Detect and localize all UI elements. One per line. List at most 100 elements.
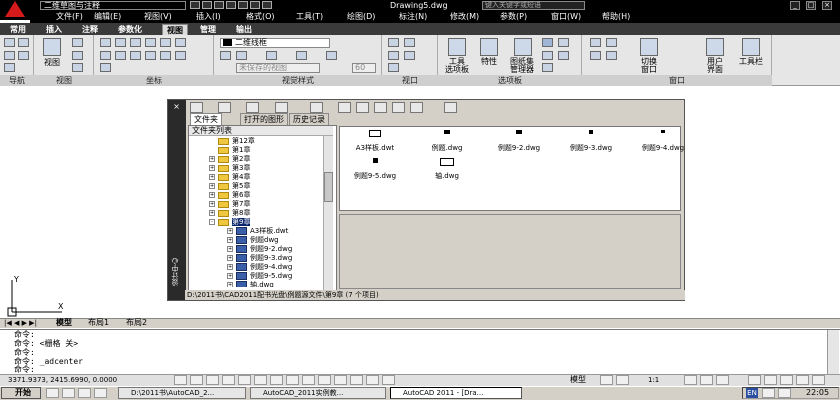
close-all-icon[interactable]	[590, 38, 601, 47]
3dosnap-icon[interactable]	[270, 375, 283, 385]
ucs-3point-icon[interactable]	[160, 38, 171, 47]
save-icon[interactable]	[214, 1, 224, 9]
tab-manage[interactable]: 管理	[196, 24, 220, 35]
tab-annotate[interactable]: 注释	[78, 24, 102, 35]
forward-icon[interactable]	[246, 102, 259, 113]
preview-toggle-icon[interactable]	[392, 102, 405, 113]
light-icon[interactable]	[296, 51, 307, 60]
tab-folders[interactable]: 文件夹	[190, 113, 222, 125]
taskbar-item-autocad[interactable]: AutoCAD 2011 - [Dra...	[390, 387, 522, 399]
toolbars-label[interactable]: 工具栏	[734, 57, 768, 66]
tree-file-item[interactable]: + 例题9-4.dwg	[209, 263, 323, 272]
ucs-icon[interactable]	[100, 38, 111, 47]
tab-parametric[interactable]: 参数化	[114, 24, 146, 35]
ucs-y-icon[interactable]	[115, 51, 126, 60]
command-window[interactable]	[0, 329, 840, 374]
new-icon[interactable]	[190, 1, 200, 9]
infer-icon[interactable]	[174, 375, 187, 385]
sc-icon[interactable]	[382, 375, 395, 385]
tree-folder-item[interactable]: 第12章	[209, 137, 323, 146]
start-button[interactable]: 开始	[1, 387, 41, 399]
material-icon[interactable]	[266, 51, 277, 60]
expand-toggle-icon[interactable]: +	[227, 246, 233, 252]
annotation-scale[interactable]: 1:1	[648, 375, 659, 385]
qp-icon[interactable]	[366, 375, 379, 385]
expand-toggle-icon[interactable]: +	[227, 255, 233, 261]
menu-view[interactable]: 视图(V)	[144, 11, 172, 23]
front-view-icon[interactable]	[72, 51, 83, 60]
menu-insert[interactable]: 插入(I)	[196, 11, 221, 23]
menu-dimension[interactable]: 标注(N)	[399, 11, 427, 23]
otrack-icon[interactable]	[286, 375, 299, 385]
folder-tree-list[interactable]: 第12章 第1章 + 第2章 + 第3章 + 第4章 + 第5章 + 第6章 + 第7章 + 第8章 - 第9章 +…	[209, 137, 323, 287]
tool-palettes-icon[interactable]	[448, 38, 466, 56]
viewport-poly-icon[interactable]	[388, 63, 399, 72]
osnap-icon[interactable]	[254, 375, 267, 385]
content-file-item[interactable]: 例题9-5.dwg	[340, 158, 410, 181]
tab-model[interactable]: 模型	[56, 318, 72, 328]
lwt-icon[interactable]	[334, 375, 347, 385]
sheet-set-icon[interactable]	[514, 38, 532, 56]
clean-screen-icon[interactable]	[812, 375, 825, 385]
top-view-icon[interactable]	[72, 38, 83, 47]
tree-toggle-icon[interactable]	[374, 102, 387, 113]
content-file-grid[interactable]: A3样板.dwt 例题.dwg 例题9-2.dwg 例题9-3.dwg 例题9-4.dw…	[340, 130, 684, 210]
ducs-icon[interactable]	[302, 375, 315, 385]
redo-icon[interactable]	[262, 1, 272, 9]
dbconnect-icon[interactable]	[558, 51, 569, 60]
tpy-icon[interactable]	[350, 375, 363, 385]
ucs-x-icon[interactable]	[100, 51, 111, 60]
content-file-item[interactable]: 例题9-3.dwg	[556, 130, 626, 153]
home-icon[interactable]	[356, 102, 369, 113]
search-icon[interactable]	[310, 102, 323, 113]
isolate-objects-icon[interactable]	[780, 375, 793, 385]
model-space-label[interactable]: 模型	[570, 375, 586, 385]
tree-file-item[interactable]: + 轴.dwg	[209, 281, 323, 287]
snap-icon[interactable]	[190, 375, 203, 385]
viewport-config-icon[interactable]	[388, 38, 399, 47]
views-icon[interactable]	[444, 102, 457, 113]
expand-toggle-icon[interactable]: +	[227, 273, 233, 279]
design-center-icon[interactable]	[542, 38, 553, 47]
polar-icon[interactable]	[238, 375, 251, 385]
ucs-face-icon[interactable]	[160, 51, 171, 60]
content-file-item[interactable]: 例题.dwg	[412, 130, 482, 153]
tab-history[interactable]: 历史记录	[289, 113, 329, 125]
tree-file-item[interactable]: + 例题dwg	[209, 236, 323, 245]
favorites-icon[interactable]	[338, 102, 351, 113]
expand-toggle-icon[interactable]: +	[209, 165, 215, 171]
content-file-item[interactable]: 例题9-2.dwg	[484, 130, 554, 153]
orbit-icon[interactable]	[4, 51, 15, 60]
zoom-icon[interactable]	[18, 38, 29, 47]
workspace-switch-icon[interactable]	[716, 375, 729, 385]
expand-toggle-icon[interactable]: +	[209, 174, 215, 180]
tree-file-item[interactable]: + 例题9-5.dwg	[209, 272, 323, 281]
shadow-icon[interactable]	[220, 51, 231, 60]
view-manager-icon[interactable]	[43, 38, 61, 56]
tree-file-item[interactable]: + 例题9-3.dwg	[209, 254, 323, 263]
menu-tools[interactable]: 工具(T)	[296, 11, 323, 23]
tab-output[interactable]: 输出	[232, 24, 256, 35]
tree-folder-item[interactable]: + 第6章	[209, 191, 323, 200]
coordinate-readout[interactable]: 3371.9373, 2415.6990, 0.0000	[8, 375, 117, 385]
expand-toggle-icon[interactable]: +	[209, 192, 215, 198]
ortho-icon[interactable]	[222, 375, 235, 385]
menu-format[interactable]: 格式(O)	[246, 11, 275, 23]
tile-horizontal-icon[interactable]	[590, 51, 601, 60]
tree-folder-item[interactable]: + 第3章	[209, 164, 323, 173]
markup-icon[interactable]	[558, 38, 569, 47]
ucs-view-icon[interactable]	[175, 38, 186, 47]
ucs-world-icon[interactable]	[115, 38, 126, 47]
minimize-icon[interactable]: _	[790, 1, 800, 10]
tile-vertical-icon[interactable]	[606, 51, 617, 60]
tab-layout1[interactable]: 布局1	[88, 318, 109, 328]
description-toggle-icon[interactable]	[410, 102, 423, 113]
tree-scrollbar[interactable]	[323, 136, 333, 290]
search-input[interactable]: 键入关键字或短语	[482, 1, 585, 10]
quicklaunch-ie-icon[interactable]	[46, 388, 59, 398]
content-file-item[interactable]: A3样板.dwt	[340, 130, 410, 153]
command-line-icon[interactable]	[542, 63, 553, 72]
pan-icon[interactable]	[4, 38, 15, 47]
tree-file-item[interactable]: + A3样板.dwt	[209, 227, 323, 236]
undo-icon[interactable]	[250, 1, 260, 9]
